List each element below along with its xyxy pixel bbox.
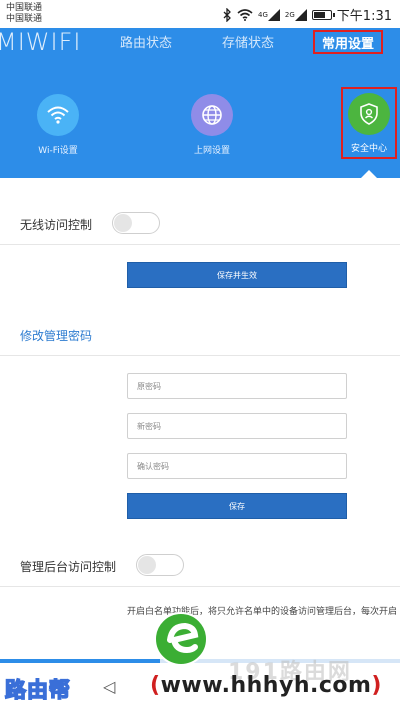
wifi-settings-circle xyxy=(37,94,79,136)
tab-storage-status[interactable]: 存储状态 xyxy=(222,32,274,51)
divider xyxy=(0,586,400,587)
internet-settings-label: 上网设置 xyxy=(193,146,230,156)
shield-icon xyxy=(360,103,378,125)
change-password-title: 修改管理密码 xyxy=(20,329,93,343)
watermark-url: (www.hhhyh.com) xyxy=(150,673,382,698)
save-password-button[interactable]: 保存 xyxy=(127,493,347,519)
feature-security-center[interactable]: 安全中心 xyxy=(341,87,397,159)
internet-settings-circle xyxy=(191,94,233,136)
battery-fill xyxy=(313,11,325,18)
watermark-luyoubang: 路由帮 xyxy=(4,677,71,703)
back-triangle-icon[interactable]: ◁ xyxy=(103,677,115,696)
divider xyxy=(0,244,400,245)
cellular-signal-icon-1: 4G xyxy=(258,7,280,23)
security-center-label: 安全中心 xyxy=(350,144,387,154)
carrier-label-2: 中国联通 xyxy=(6,14,43,24)
watermark-site-name: 路由之家 xyxy=(214,616,376,662)
url-paren-open: ( xyxy=(150,673,161,698)
network-type-1: 4G xyxy=(258,10,268,19)
toggle-knob xyxy=(114,214,132,232)
wireless-access-toggle[interactable] xyxy=(112,212,160,234)
wireless-access-title: 无线访问控制 xyxy=(20,218,93,232)
globe-icon xyxy=(202,105,222,125)
divider xyxy=(0,355,400,356)
app-header: MIWIFI 路由状态 存储状态 常用设置 Wi-Fi设置 上网设置 安全中心 xyxy=(0,28,400,178)
battery-icon xyxy=(311,9,335,20)
old-password-input[interactable] xyxy=(127,373,347,399)
status-indicators: 4G 2G 下午1:31 xyxy=(223,5,392,24)
network-type-2: 2G xyxy=(284,10,295,19)
confirm-password-input[interactable] xyxy=(127,453,347,479)
tab-common-settings[interactable]: 常用设置 xyxy=(313,30,383,54)
save-and-apply-button[interactable]: 保存并生效 xyxy=(127,262,347,288)
new-password-input[interactable] xyxy=(127,413,347,439)
carrier-label-1: 中国联通 xyxy=(6,3,43,13)
tab-router-status[interactable]: 路由状态 xyxy=(120,32,172,51)
wifi-settings-label: Wi-Fi设置 xyxy=(38,146,78,156)
wifi-signal-icon xyxy=(237,7,253,23)
admin-access-title: 管理后台访问控制 xyxy=(20,560,117,574)
cellular-signal-icon-2: 2G xyxy=(285,7,307,23)
url-paren-close: ) xyxy=(371,673,382,698)
security-center-circle xyxy=(348,93,390,135)
watermark-logo-icon xyxy=(154,612,208,666)
feature-wifi-settings[interactable]: Wi-Fi设置 xyxy=(13,94,103,156)
active-tab-pointer xyxy=(361,170,377,178)
url-text: www.hhhyh.com xyxy=(160,673,372,698)
status-time: 下午1:31 xyxy=(336,9,392,24)
admin-access-toggle[interactable] xyxy=(136,554,184,576)
toggle-knob xyxy=(138,556,156,574)
wifi-icon xyxy=(47,106,69,124)
bluetooth-icon xyxy=(223,7,232,23)
feature-internet-settings[interactable]: 上网设置 xyxy=(167,94,257,156)
miwifi-logo: MIWIFI xyxy=(0,28,82,56)
status-bar: 中国联通 中国联通 4G 2G 下午1:31 xyxy=(0,0,400,28)
